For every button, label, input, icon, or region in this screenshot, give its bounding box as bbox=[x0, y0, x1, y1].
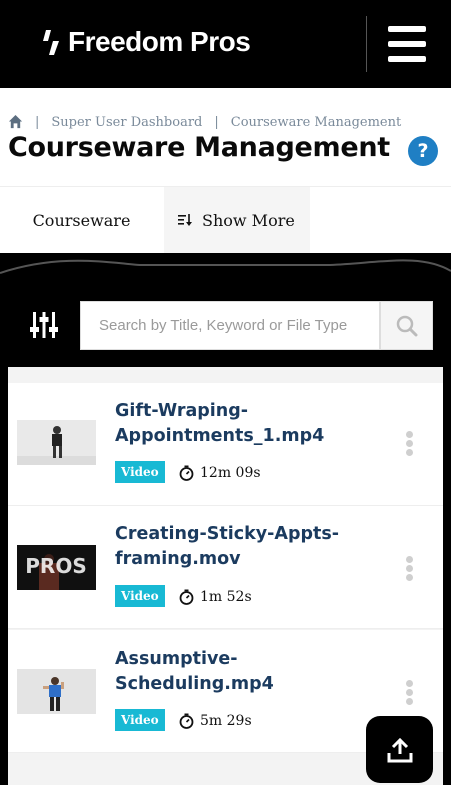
duration: 12m 09s bbox=[179, 462, 261, 484]
help-icon[interactable]: ? bbox=[408, 136, 438, 166]
item-title[interactable]: Gift-Wraping-Appointments_1.mp4 bbox=[115, 399, 385, 449]
breadcrumb-item-dashboard[interactable]: Super User Dashboard bbox=[51, 115, 202, 130]
more-options-icon[interactable] bbox=[404, 680, 414, 706]
breadcrumb-item-courseware[interactable]: Courseware Management bbox=[231, 115, 401, 130]
breadcrumb-separator: | bbox=[214, 114, 219, 130]
logo-text: Freedom Pros bbox=[68, 26, 251, 57]
type-badge: Video bbox=[115, 585, 165, 607]
list-item[interactable]: PROS Creating-Sticky-Appts-framing.mov V… bbox=[8, 506, 443, 629]
show-more-button[interactable]: Show More bbox=[164, 187, 310, 253]
duration-text: 5m 29s bbox=[200, 713, 252, 729]
decorative-wave bbox=[0, 259, 451, 274]
app-header: Freedom Pros bbox=[0, 0, 451, 88]
sliders-icon[interactable] bbox=[8, 283, 79, 367]
list-item[interactable]: Gift-Wraping-Appointments_1.mp4 Video 12… bbox=[8, 383, 443, 506]
logo-mark-icon bbox=[42, 28, 62, 56]
type-badge: Video bbox=[115, 461, 165, 483]
svg-text:PROS: PROS bbox=[25, 554, 86, 578]
duration: 1m 52s bbox=[179, 586, 252, 608]
brand-logo[interactable]: Freedom Pros bbox=[42, 24, 251, 60]
more-options-icon[interactable] bbox=[404, 556, 414, 582]
search-icon[interactable] bbox=[380, 301, 433, 350]
upload-icon[interactable] bbox=[366, 716, 433, 783]
item-title[interactable]: Creating-Sticky-Appts-framing.mov bbox=[115, 522, 385, 572]
timer-icon bbox=[179, 589, 194, 605]
video-thumbnail bbox=[17, 420, 96, 465]
video-thumbnail: PROS bbox=[17, 545, 96, 590]
timer-icon bbox=[179, 713, 194, 729]
type-badge: Video bbox=[115, 709, 165, 731]
timer-icon bbox=[179, 465, 194, 481]
hamburger-icon[interactable] bbox=[388, 26, 426, 62]
duration-text: 12m 09s bbox=[200, 465, 261, 481]
search-input[interactable] bbox=[80, 301, 380, 350]
duration-text: 1m 52s bbox=[200, 589, 252, 605]
page-title: Courseware Management bbox=[8, 132, 390, 163]
more-options-icon[interactable] bbox=[404, 431, 414, 457]
tab-courseware[interactable]: Courseware bbox=[0, 187, 163, 253]
show-more-label: Show More bbox=[202, 210, 295, 230]
item-title[interactable]: Assumptive-Scheduling.mp4 bbox=[115, 647, 385, 697]
video-thumbnail bbox=[17, 669, 96, 714]
sort-icon bbox=[178, 214, 192, 226]
home-icon[interactable] bbox=[8, 114, 23, 129]
tab-bar: Courseware Show More bbox=[0, 186, 451, 253]
breadcrumb-separator: | bbox=[35, 114, 40, 130]
duration: 5m 29s bbox=[179, 710, 252, 732]
breadcrumb: | Super User Dashboard | Courseware Mana… bbox=[8, 112, 401, 132]
header-divider bbox=[366, 16, 367, 72]
